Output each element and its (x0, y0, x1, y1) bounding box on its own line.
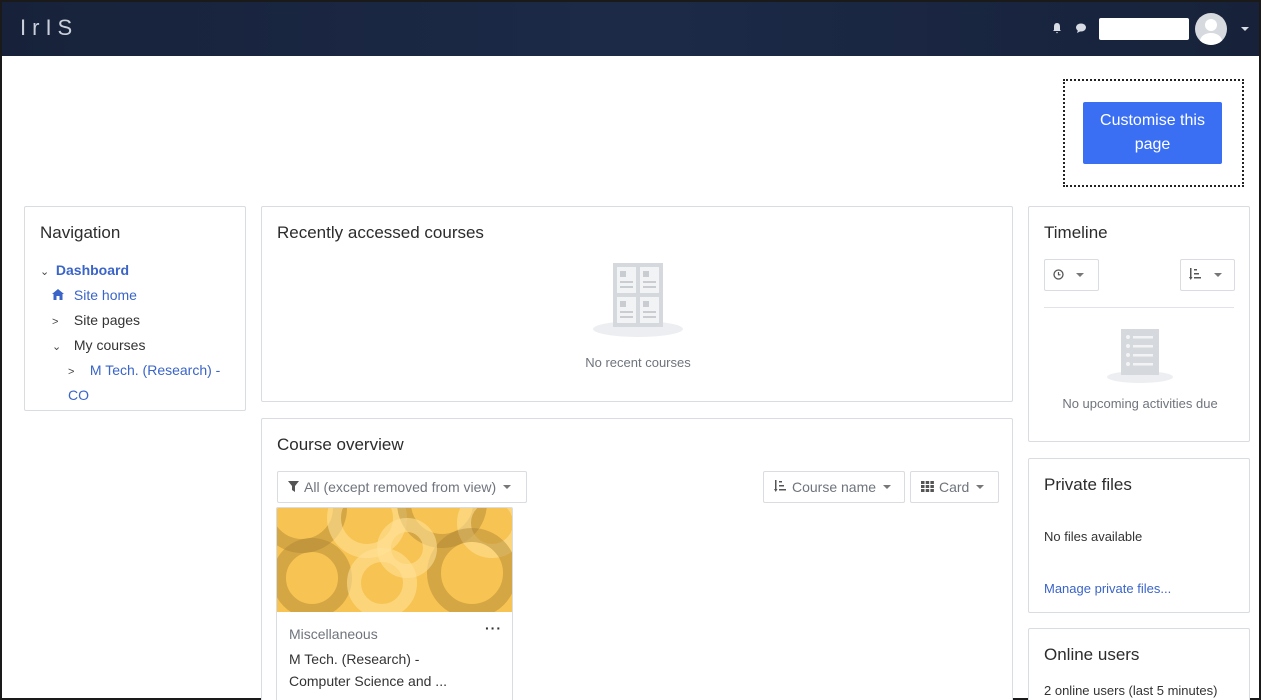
course-name-line: Computer Science and ... (289, 673, 447, 689)
navbar-user-area (1051, 2, 1259, 56)
filter-dropdown[interactable]: All (except removed from view) (277, 471, 527, 503)
nav-item-site-home[interactable]: Site home (40, 284, 220, 309)
manage-private-files-link[interactable]: Manage private files... (1044, 581, 1171, 596)
nav-item-label: My courses (73, 337, 146, 353)
nav-item-label: Dashboard (55, 262, 130, 278)
nav-item-dashboard[interactable]: ⌄ Dashboard (40, 259, 220, 284)
nav-item-course-cont[interactable]: CO (40, 384, 220, 407)
sort-icon (1189, 267, 1202, 283)
nav-item-label: Site home (73, 287, 137, 303)
divider (1044, 307, 1234, 308)
navigation-block: Navigation ⌄ Dashboard Site home > Site … (24, 206, 246, 411)
nav-item-my-courses[interactable]: ⌄ My courses (40, 334, 220, 359)
nav-item-site-pages[interactable]: > Site pages (40, 309, 220, 334)
grid-icon (921, 480, 934, 495)
chevron-down-icon[interactable] (1241, 27, 1249, 31)
customise-focus-outline: Customise this page (1063, 79, 1244, 187)
no-recent-courses-text: No recent courses (585, 355, 691, 370)
chevron-down-icon (1214, 273, 1222, 277)
chevron-down-icon: ⌄ (40, 266, 50, 278)
bell-icon[interactable] (1051, 22, 1063, 37)
course-category: Miscellaneous (289, 626, 378, 642)
customise-page-button[interactable]: Customise this page (1083, 102, 1222, 164)
home-icon (52, 286, 70, 309)
nav-item-label: CO (68, 387, 89, 403)
view-dropdown-label: Card (939, 479, 970, 495)
chevron-right-icon: > (52, 316, 59, 328)
filter-dropdown-label: All (except removed from view) (304, 479, 497, 495)
view-dropdown[interactable]: Card (910, 471, 999, 503)
timeline-block: Timeline No upcoming activities due (1028, 206, 1250, 442)
nav-item-label: M Tech. (Research) - (89, 362, 221, 378)
recent-courses-title: Recently accessed courses (277, 223, 484, 242)
course-name-line: M Tech. (Research) - (289, 651, 420, 667)
chevron-down-icon (883, 485, 892, 489)
course-overview-block: Course overview All (except removed from… (261, 418, 1013, 700)
more-options-icon[interactable]: ··· (485, 620, 502, 636)
online-users-summary: 2 online users (last 5 minutes) (1044, 683, 1218, 698)
private-files-title: Private files (1044, 475, 1132, 494)
user-name-field[interactable] (1099, 18, 1189, 40)
course-name[interactable]: M Tech. (Research) - Computer Science an… (289, 648, 447, 692)
no-files-text: No files available (1044, 529, 1143, 544)
chat-icon[interactable] (1075, 22, 1087, 37)
nav-item-course[interactable]: > M Tech. (Research) - (40, 359, 220, 384)
navigation-tree: ⌄ Dashboard Site home > Site pages ⌄ My … (40, 259, 220, 407)
online-users-title: Online users (1044, 645, 1140, 664)
sort-dropdown-label: Course name (792, 479, 877, 495)
online-users-block: Online users 2 online users (last 5 minu… (1028, 628, 1250, 700)
top-navbar: IrIS (2, 2, 1259, 56)
nav-item-label: Site pages (73, 312, 141, 328)
timeline-filter-dropdown[interactable] (1044, 259, 1099, 291)
courses-empty-icon (593, 261, 683, 342)
private-files-block: Private files No files available Manage … (1028, 458, 1250, 613)
no-activities-text: No upcoming activities due (1062, 396, 1218, 411)
activities-empty-icon (1105, 327, 1175, 388)
chevron-down-icon: ⌄ (52, 341, 62, 353)
filter-icon (288, 480, 299, 495)
chevron-down-icon (976, 485, 985, 489)
chevron-right-icon: > (68, 366, 75, 378)
navigation-title: Navigation (40, 223, 121, 242)
sort-icon (774, 479, 787, 495)
sort-dropdown[interactable]: Course name (763, 471, 905, 503)
chevron-down-icon (1076, 273, 1084, 277)
clock-icon (1053, 268, 1064, 283)
avatar[interactable] (1195, 13, 1227, 45)
site-logo[interactable]: IrIS (20, 15, 78, 41)
timeline-sort-dropdown[interactable] (1180, 259, 1235, 291)
recent-courses-block: Recently accessed courses No recent cour… (261, 206, 1013, 402)
course-image[interactable] (277, 508, 512, 612)
timeline-title: Timeline (1044, 223, 1108, 242)
course-card[interactable]: Miscellaneous ··· M Tech. (Research) - C… (276, 507, 513, 700)
course-overview-title: Course overview (277, 435, 404, 454)
chevron-down-icon (503, 485, 512, 489)
